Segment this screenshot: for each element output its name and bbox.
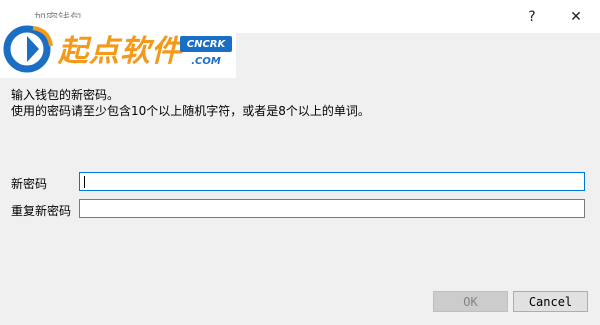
close-button[interactable]: ✕ <box>554 0 598 33</box>
watermark-text: 起点软件 <box>58 34 182 69</box>
help-button[interactable]: ? <box>510 0 554 33</box>
new-passphrase-label: 新密码 <box>11 177 48 191</box>
watermark-emblem-icon <box>3 25 53 73</box>
repeat-passphrase-input[interactable] <box>79 199 585 218</box>
text-caret <box>84 176 85 188</box>
instruction-line-2: 使用的密码请至少包含10个以上随机字符，或者是8个以上的单词。 <box>11 104 370 118</box>
watermark-logo: 起点软件 CNCRK .COM <box>0 18 236 78</box>
watermark-badge: CNCRK <box>180 36 232 52</box>
ok-button[interactable]: OK <box>433 291 508 312</box>
repeat-passphrase-label: 重复新密码 <box>11 204 72 218</box>
watermark-domain: .COM <box>191 55 221 67</box>
new-passphrase-input[interactable] <box>79 172 585 191</box>
cancel-button[interactable]: Cancel <box>513 291 588 312</box>
instruction-message: 输入钱包的新密码。 使用的密码请至少包含10个以上随机字符，或者是8个以上的单词… <box>11 87 370 119</box>
instruction-line-1: 输入钱包的新密码。 <box>11 88 120 102</box>
